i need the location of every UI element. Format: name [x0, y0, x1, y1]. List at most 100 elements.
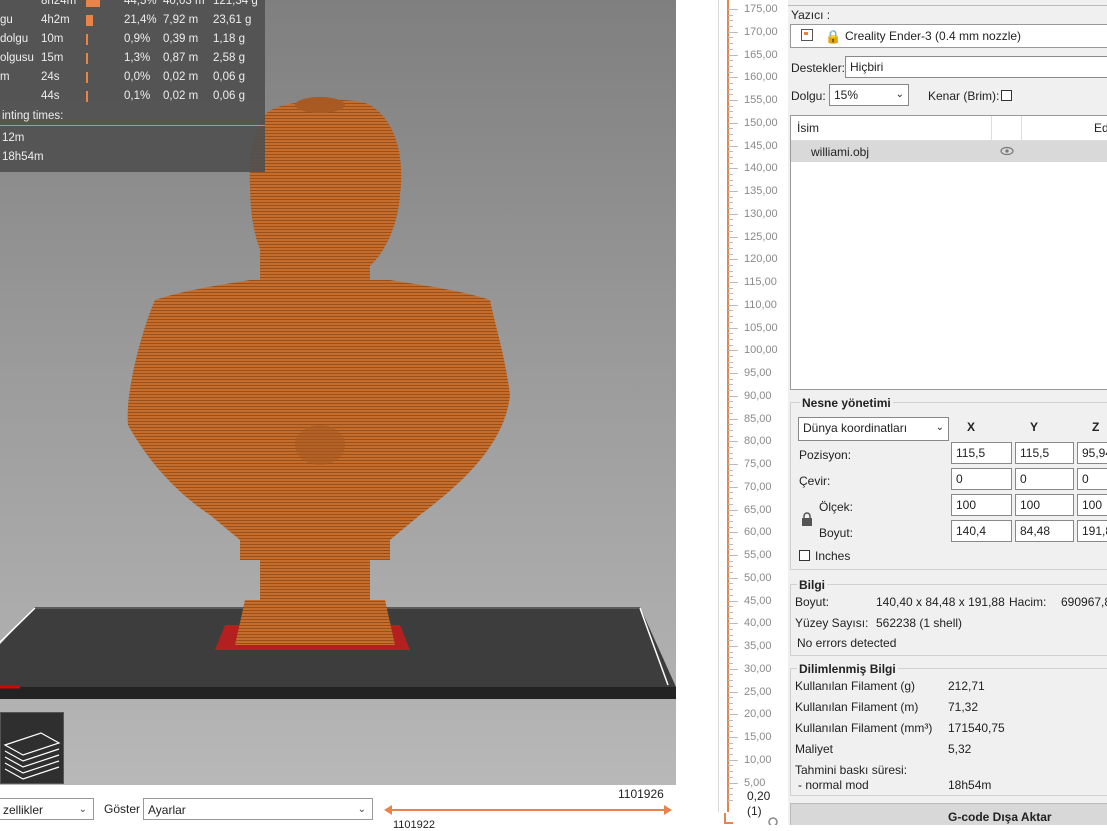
size-y-input[interactable]: 84,48 [1015, 520, 1074, 542]
layer-tick-label: 65,00 [744, 503, 772, 516]
position-x-input[interactable]: 115,5 [951, 442, 1012, 464]
layer-tick [728, 691, 738, 693]
layer-tick-label: 120,00 [744, 253, 778, 266]
horizontal-slider[interactable] [383, 803, 673, 817]
layer-tick [728, 651, 733, 653]
layer-tick [728, 469, 733, 471]
lock-icon[interactable] [801, 512, 813, 526]
layer-tick [728, 628, 733, 630]
layer-tick [728, 748, 733, 750]
layer-tick [728, 20, 733, 22]
printer-select[interactable]: 🔒 Creality Ender-3 (0.4 mm nozzle) [790, 24, 1107, 48]
stats-pct: 44,5% [124, 0, 157, 7]
printing-time-1: 12m [2, 132, 25, 144]
layer-tick-label: 105,00 [744, 321, 778, 334]
rotate-z-input[interactable]: 0 [1077, 468, 1107, 490]
layer-tick [728, 162, 733, 164]
size-x-input[interactable]: 140,4 [951, 520, 1012, 542]
layer-tick [728, 742, 733, 744]
layer-tick [728, 577, 738, 579]
stats-row: m 24s 0,0% 0,02 m 0,06 g [0, 68, 265, 86]
stats-name: m [0, 71, 10, 83]
layer-tick [728, 117, 733, 119]
layer-tick [728, 60, 733, 62]
layer-tick [728, 122, 738, 124]
size-label: Boyut: [819, 526, 854, 540]
stats-bar [86, 15, 93, 26]
lower-thumb-icon[interactable] [723, 813, 735, 825]
object-name: williami.obj [811, 145, 870, 159]
layer-tick [728, 77, 738, 79]
stats-len: 0,87 m [163, 52, 199, 64]
export-gcode-button[interactable]: G-code Dışa Aktar [790, 803, 1107, 825]
layer-tick-label: 60,00 [744, 526, 772, 539]
layer-tick [728, 88, 733, 90]
layer-tick-label: 25,00 [744, 685, 772, 698]
cog-icon[interactable] [766, 815, 780, 825]
layer-tick [728, 361, 733, 363]
list-item[interactable]: williami.obj [791, 141, 1107, 162]
layer-tick-label: 55,00 [744, 549, 772, 561]
layer-tick [728, 242, 733, 244]
rotate-y-input[interactable]: 0 [1015, 468, 1074, 490]
size-z-input[interactable]: 191,88 [1077, 520, 1107, 542]
layer-slider[interactable]: 175,00 170,00 165,00 160,00 155,00 150,00 145,… [676, 0, 788, 825]
stats-len: 0,39 m [163, 33, 199, 45]
layer-tick [728, 464, 738, 465]
layers-view-button[interactable] [0, 712, 64, 784]
layer-tick [728, 26, 733, 28]
layers-icon [3, 732, 61, 780]
view-type-select[interactable]: zellikler ⌄ [0, 798, 94, 820]
printing-time-2: 18h54m [2, 151, 44, 163]
scale-z-input[interactable]: 100 [1077, 494, 1107, 516]
supports-select[interactable]: Hiçbiri [845, 56, 1107, 78]
layer-tick [728, 537, 733, 539]
inches-checkbox[interactable] [799, 550, 810, 561]
layer-tick [728, 475, 733, 477]
layer-tick [728, 310, 733, 312]
layer-tick [728, 446, 733, 448]
infill-select[interactable]: 15% ⌄ [829, 84, 909, 106]
axis-z-label: Z [1092, 420, 1100, 434]
layer-tick-label: 135,00 [744, 185, 778, 197]
layer-tick [728, 583, 733, 585]
scale-x-input[interactable]: 100 [951, 494, 1012, 516]
object-list[interactable]: İsim Ed williami.obj [790, 115, 1107, 390]
column-name-header[interactable]: İsim [797, 121, 819, 135]
position-y-input[interactable]: 115,5 [1015, 442, 1074, 464]
layer-tick [728, 481, 733, 483]
chevron-down-icon: ⌄ [78, 804, 87, 815]
position-z-input[interactable]: 95,94 [1077, 442, 1107, 464]
layer-tick-label: 165,00 [744, 48, 778, 61]
brim-checkbox[interactable] [1001, 90, 1012, 101]
scale-y-input[interactable]: 100 [1015, 494, 1074, 516]
bust-model[interactable] [100, 95, 530, 660]
layer-tick-label: 40,00 [744, 617, 772, 630]
info-title: Bilgi [797, 578, 827, 592]
info-size-label: Boyut: [795, 595, 830, 609]
layer-tick [728, 213, 738, 215]
column-edit-header[interactable]: Ed [1094, 121, 1107, 135]
coordinate-system-select[interactable]: Dünya koordinatları ⌄ [798, 417, 949, 441]
layer-tick [728, 247, 733, 249]
rotate-x-input[interactable]: 0 [951, 468, 1012, 490]
layer-tick [728, 771, 733, 773]
layer-tick [728, 378, 733, 380]
show-value: Ayarlar [148, 803, 186, 817]
layer-tick [728, 600, 738, 602]
layer-tick [728, 646, 738, 647]
eye-icon[interactable] [1000, 146, 1014, 156]
layer-tick [728, 543, 733, 545]
layer-tick [728, 441, 738, 443]
stats-weight: 23,61 g [213, 14, 252, 26]
layer-tick-label: 115,00 [744, 276, 777, 288]
stats-bar [86, 0, 101, 7]
layer-tick [728, 202, 733, 204]
layer-tick [728, 321, 733, 323]
show-select[interactable]: Ayarlar ⌄ [143, 798, 373, 820]
layer-tick [728, 555, 738, 556]
3d-viewport[interactable]: 8h24m 44,5% 40,03 m 121,34 g gu 4h2m 21,4% 7,92… [0, 0, 676, 785]
layer-tick [728, 657, 733, 659]
layer-tick [728, 185, 733, 187]
layer-tick [728, 719, 733, 721]
